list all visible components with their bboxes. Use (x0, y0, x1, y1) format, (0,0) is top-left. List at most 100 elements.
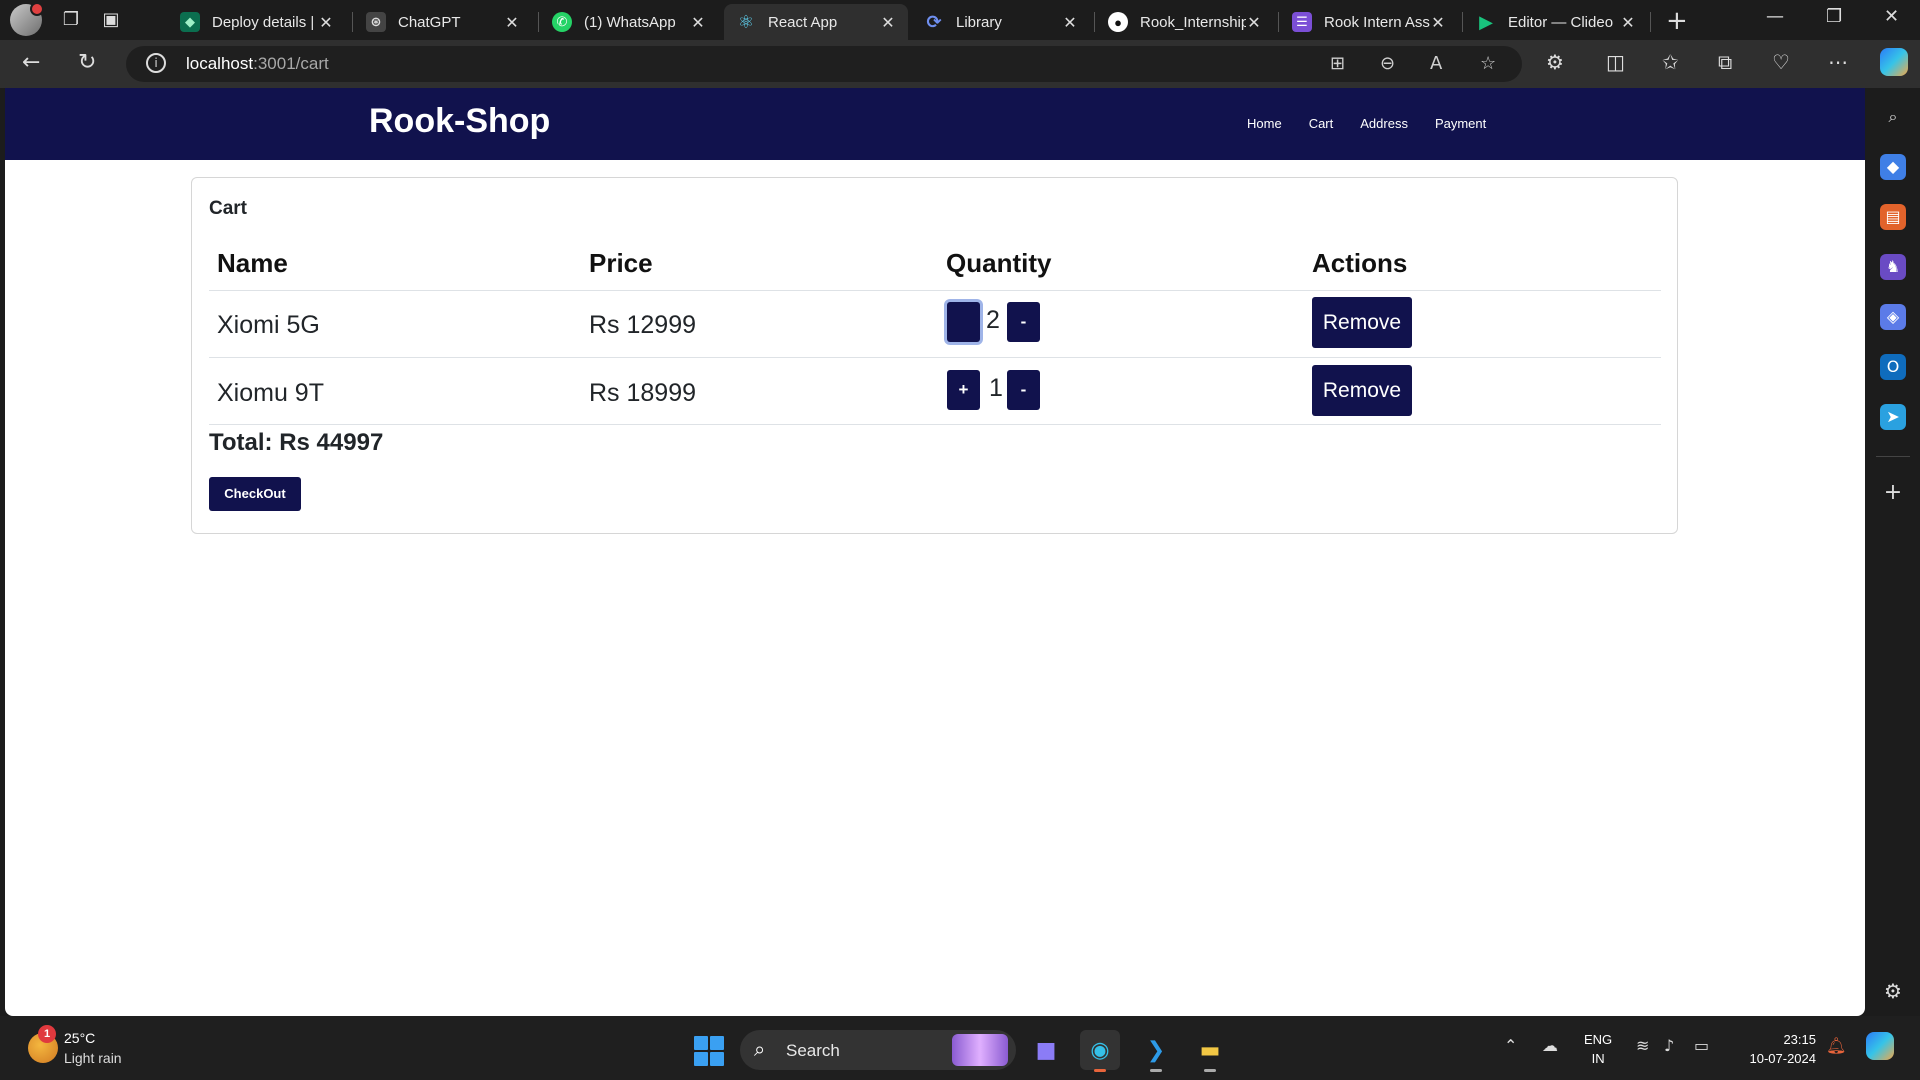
url-text[interactable]: localhost:3001/cart (186, 54, 329, 74)
checkout-button[interactable]: CheckOut (209, 477, 301, 511)
tab-whatsapp[interactable]: ✆ (1) WhatsApp ✕ (540, 4, 718, 40)
copilot-sidebar-icon[interactable]: ◈ (1880, 304, 1906, 330)
show-hidden-icons-icon[interactable]: ⌃ (1504, 1036, 1517, 1055)
tab-deploy-details[interactable]: ◆ Deploy details | ✕ (168, 4, 346, 40)
tab-chatgpt[interactable]: ⊛ ChatGPT ✕ (354, 4, 532, 40)
deploy-favicon-icon: ◆ (180, 12, 200, 32)
close-tab-icon[interactable]: ✕ (1620, 13, 1636, 32)
cart-card: Cart Name Price Quantity Actions Xiomi 5… (191, 177, 1678, 534)
close-tab-icon[interactable]: ✕ (1062, 13, 1078, 32)
edge-browser-icon[interactable]: ◉ (1080, 1030, 1120, 1072)
column-header-price: Price (589, 248, 653, 278)
back-arrow-icon[interactable]: ← (22, 50, 40, 75)
nav-link-cart[interactable]: Cart (1309, 116, 1334, 131)
read-aloud-icon[interactable]: A (1430, 53, 1442, 74)
item-name: Xiomi 5G (217, 311, 320, 339)
collections-icon[interactable]: ⧉ (1718, 50, 1732, 74)
games-icon[interactable]: ♞ (1880, 254, 1906, 280)
browser-essentials-icon[interactable]: ♡ (1772, 50, 1790, 74)
minimize-icon[interactable]: — (1766, 6, 1784, 27)
tab-rook-internship[interactable]: ● Rook_Internship ✕ (1096, 4, 1274, 40)
notification-badge: 1 (38, 1025, 56, 1043)
library-favicon-icon: ⟳ (926, 11, 942, 32)
close-tab-icon[interactable]: ✕ (880, 13, 896, 32)
tab-separator (1278, 12, 1279, 32)
close-tab-icon[interactable]: ✕ (1246, 13, 1262, 32)
file-explorer-icon[interactable]: ▬ (1190, 1030, 1230, 1072)
address-bar[interactable]: i localhost:3001/cart ⊞ ⊖ A ☆ (126, 46, 1522, 82)
sidebar-settings-icon[interactable]: ⚙ (1880, 978, 1906, 1004)
app-available-icon[interactable]: ⊞ (1330, 53, 1345, 74)
refresh-icon[interactable]: ↻ (78, 50, 96, 75)
item-price: Rs 12999 (589, 311, 697, 339)
remove-item-button[interactable]: Remove (1312, 365, 1412, 416)
system-clock[interactable]: 23:15 10-07-2024 (1732, 1030, 1817, 1068)
edge-sidebar: ⌕ ◆ ▤ ♞ ◈ O ➤ + ⚙ (1866, 88, 1920, 1016)
close-tab-icon[interactable]: ✕ (1430, 13, 1446, 32)
volume-icon[interactable]: ♪ (1664, 1036, 1674, 1055)
tab-separator (1650, 12, 1651, 32)
site-info-icon[interactable]: i (146, 53, 166, 73)
taskbar-search-box[interactable]: ⌕ Search (740, 1030, 1016, 1070)
decrease-quantity-button[interactable]: - (1007, 370, 1040, 410)
nav-link-payment[interactable]: Payment (1435, 116, 1486, 131)
tab-separator (352, 12, 353, 32)
increase-quantity-button[interactable]: + (947, 370, 980, 410)
onedrive-cloud-icon[interactable]: ☁ (1542, 1036, 1558, 1055)
weather-temperature[interactable]: 25°C (64, 1030, 95, 1046)
tab-react-app[interactable]: ⚛ React App ✕ (724, 4, 908, 40)
favorite-star-icon[interactable]: ☆ (1480, 53, 1496, 74)
remove-item-button[interactable]: Remove (1312, 297, 1412, 348)
column-header-quantity: Quantity (946, 248, 1052, 278)
browser-toolbar: ← ↻ i localhost:3001/cart ⊞ ⊖ A ☆ ⚙ ◫ ✩ … (0, 40, 1920, 88)
windows-start-icon[interactable] (694, 1036, 724, 1066)
nav-link-home[interactable]: Home (1247, 116, 1282, 131)
tools-briefcase-icon[interactable]: ▤ (1880, 204, 1906, 230)
copilot-taskbar-icon[interactable] (1866, 1032, 1894, 1060)
restore-icon[interactable]: ❐ (1826, 6, 1842, 27)
more-options-icon[interactable]: ⋯ (1828, 50, 1848, 74)
page-viewport: Rook-Shop Home Cart Address Payment Cart… (5, 88, 1865, 1016)
chatgpt-favicon-icon: ⊛ (366, 12, 386, 32)
close-tab-icon[interactable]: ✕ (690, 13, 706, 32)
clideo-favicon-icon: ▶ (1479, 11, 1493, 32)
tab-clideo[interactable]: ▶ Editor — Clideo ✕ (1464, 4, 1648, 40)
outlook-icon[interactable]: O (1880, 354, 1906, 380)
shopping-tag-icon[interactable]: ◆ (1880, 154, 1906, 180)
profile-avatar[interactable] (10, 2, 44, 36)
tab-separator (538, 12, 539, 32)
language-indicator[interactable]: ENG IN (1584, 1030, 1612, 1068)
favorites-icon[interactable]: ✩ (1662, 50, 1679, 74)
site-navbar: Rook-Shop Home Cart Address Payment (5, 88, 1865, 160)
new-tab-icon[interactable]: + (1666, 6, 1688, 36)
item-price: Rs 18999 (589, 379, 697, 407)
search-placeholder: Search (786, 1041, 840, 1060)
tab-separator (1094, 12, 1095, 32)
tab-rook-intern-ass[interactable]: ☰ Rook Intern Ass ✕ (1280, 4, 1458, 40)
vertical-tabs-icon[interactable]: ▣ (100, 9, 122, 31)
increase-quantity-button[interactable] (947, 302, 980, 342)
vscode-icon[interactable]: ❯ (1136, 1030, 1176, 1072)
nav-link-address[interactable]: Address (1360, 116, 1408, 131)
cart-title: Cart (209, 198, 248, 219)
battery-icon[interactable]: ▭ (1694, 1036, 1709, 1055)
add-sidebar-app-icon[interactable]: + (1880, 480, 1906, 506)
copilot-icon[interactable] (1880, 48, 1908, 76)
decrease-quantity-button[interactable]: - (1007, 302, 1040, 342)
brand-logo[interactable]: Rook-Shop (369, 102, 550, 141)
zoom-icon[interactable]: ⊖ (1380, 53, 1395, 74)
telegram-icon[interactable]: ➤ (1880, 404, 1906, 430)
close-tab-icon[interactable]: ✕ (318, 13, 334, 32)
close-window-icon[interactable]: ✕ (1884, 6, 1899, 27)
row-divider (209, 357, 1661, 358)
tab-library[interactable]: ⟳ Library ✕ (912, 4, 1090, 40)
notification-bell-icon[interactable]: 🔔︎ (1826, 1036, 1846, 1055)
workspaces-icon[interactable]: ❐ (60, 9, 82, 31)
split-screen-icon[interactable]: ◫ (1606, 50, 1625, 74)
weather-description[interactable]: Light rain (64, 1050, 122, 1066)
close-tab-icon[interactable]: ✕ (504, 13, 520, 32)
meet-now-icon[interactable]: ■ (1026, 1030, 1066, 1070)
extensions-icon[interactable]: ⚙ (1546, 50, 1564, 74)
wifi-icon[interactable]: ≋ (1636, 1036, 1649, 1055)
sidebar-search-icon[interactable]: ⌕ (1880, 104, 1906, 130)
